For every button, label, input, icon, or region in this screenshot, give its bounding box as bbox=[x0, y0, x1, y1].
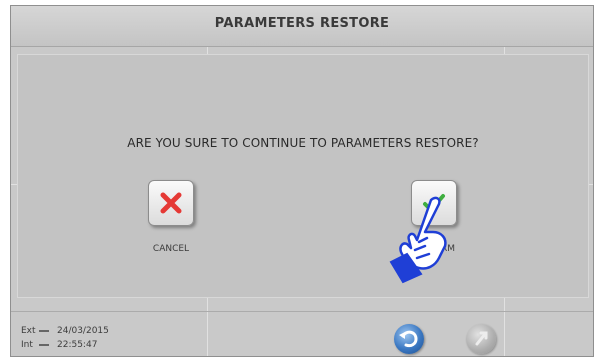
int-indicator bbox=[39, 343, 49, 346]
int-label: Int bbox=[21, 340, 33, 350]
ext-label: Ext bbox=[21, 326, 36, 336]
disabled-round-button[interactable] bbox=[466, 324, 496, 354]
int-status: Int 22:55:47 bbox=[21, 340, 97, 350]
ext-date: 24/03/2015 bbox=[57, 326, 109, 336]
footer-divider bbox=[11, 311, 593, 312]
ext-indicator bbox=[39, 329, 49, 332]
cancel-button[interactable] bbox=[148, 180, 194, 226]
round-button-icon bbox=[475, 331, 488, 346]
title-bar: PARAMETERS RESTORE bbox=[11, 6, 593, 47]
page-title: PARAMETERS RESTORE bbox=[214, 16, 390, 31]
back-button[interactable] bbox=[394, 324, 424, 354]
int-time: 22:55:47 bbox=[57, 340, 98, 350]
dialog-panel bbox=[17, 54, 589, 298]
ext-status: Ext 24/03/2015 bbox=[21, 326, 109, 336]
confirmation-message: ARE YOU SURE TO CONTINUE TO PARAMETERS R… bbox=[127, 136, 479, 150]
pointing-hand-icon bbox=[389, 196, 447, 284]
cancel-label: CANCEL bbox=[152, 244, 190, 254]
back-arrow-icon bbox=[399, 330, 418, 348]
restore-screen: PARAMETERS RESTORE ARE YOU SURE TO CONTI… bbox=[10, 5, 594, 357]
x-mark-icon bbox=[160, 192, 182, 214]
